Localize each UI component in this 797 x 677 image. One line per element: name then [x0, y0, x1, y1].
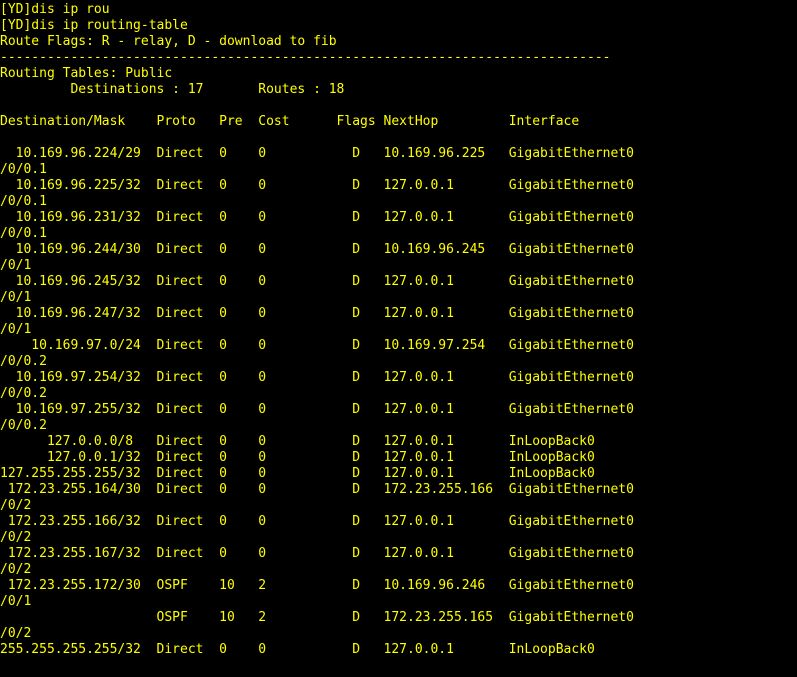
terminal-line: /0/2 [0, 498, 32, 513]
terminal-line: 10.169.96.245/32 Direct 0 0 D 127.0.0.1 … [0, 274, 634, 289]
terminal-line: 127.0.0.0/8 Direct 0 0 D 127.0.0.1 InLoo… [0, 434, 595, 449]
terminal-line: 10.169.96.231/32 Direct 0 0 D 127.0.0.1 … [0, 210, 634, 225]
terminal-line: /0/2 [0, 562, 32, 577]
terminal-line: 10.169.97.255/32 Direct 0 0 D 127.0.0.1 … [0, 402, 634, 417]
terminal-line: OSPF 10 2 D 172.23.255.165 GigabitEthern… [0, 610, 634, 625]
terminal-line: [YD]dis ip routing-table [0, 18, 188, 33]
terminal-line: [YD]dis ip rou [0, 2, 110, 17]
terminal-line: 10.169.96.244/30 Direct 0 0 D 10.169.96.… [0, 242, 634, 257]
terminal-line: /0/2 [0, 530, 32, 545]
terminal-line: 10.169.97.0/24 Direct 0 0 D 10.169.97.25… [0, 338, 634, 353]
terminal-line: /0/1 [0, 258, 32, 273]
terminal-line: Destinations : 17 Routes : 18 [0, 82, 345, 97]
terminal-line: /0/0.1 [0, 194, 47, 209]
terminal-line: /0/1 [0, 322, 32, 337]
terminal-line: 10.169.96.247/32 Direct 0 0 D 127.0.0.1 … [0, 306, 634, 321]
terminal-line: /0/0.2 [0, 418, 47, 433]
terminal-line: /0/1 [0, 594, 32, 609]
terminal-line: Destination/Mask Proto Pre Cost Flags Ne… [0, 114, 580, 129]
terminal-line: /0/0.1 [0, 226, 47, 241]
terminal-line: /0/2 [0, 626, 32, 641]
terminal-line: /0/0.1 [0, 162, 47, 177]
terminal-window[interactable]: [YD]dis ip rou [YD]dis ip routing-table Ro… [0, 0, 797, 677]
terminal-line: /0/1 [0, 290, 32, 305]
terminal-line: 127.255.255.255/32 Direct 0 0 D 127.0.0.… [0, 466, 595, 481]
terminal-line: 172.23.255.172/30 OSPF 10 2 D 10.169.96.… [0, 578, 634, 593]
terminal-line: /0/0.2 [0, 354, 47, 369]
terminal-line: 172.23.255.166/32 Direct 0 0 D 127.0.0.1… [0, 514, 634, 529]
terminal-line: 255.255.255.255/32 Direct 0 0 D 127.0.0.… [0, 642, 595, 657]
terminal-line: 10.169.96.224/29 Direct 0 0 D 10.169.96.… [0, 146, 634, 161]
terminal-line: 127.0.0.1/32 Direct 0 0 D 127.0.0.1 InLo… [0, 450, 595, 465]
terminal-line: Route Flags: R - relay, D - download to … [0, 34, 337, 49]
terminal-line: 172.23.255.164/30 Direct 0 0 D 172.23.25… [0, 482, 634, 497]
terminal-line: 172.23.255.167/32 Direct 0 0 D 127.0.0.1… [0, 546, 634, 561]
terminal-line: Routing Tables: Public [0, 66, 173, 81]
terminal-line: 10.169.97.254/32 Direct 0 0 D 127.0.0.1 … [0, 370, 634, 385]
terminal-line: /0/0.2 [0, 386, 47, 401]
terminal-line: ----------------------------------------… [0, 50, 611, 65]
terminal-line: 10.169.96.225/32 Direct 0 0 D 127.0.0.1 … [0, 178, 634, 193]
